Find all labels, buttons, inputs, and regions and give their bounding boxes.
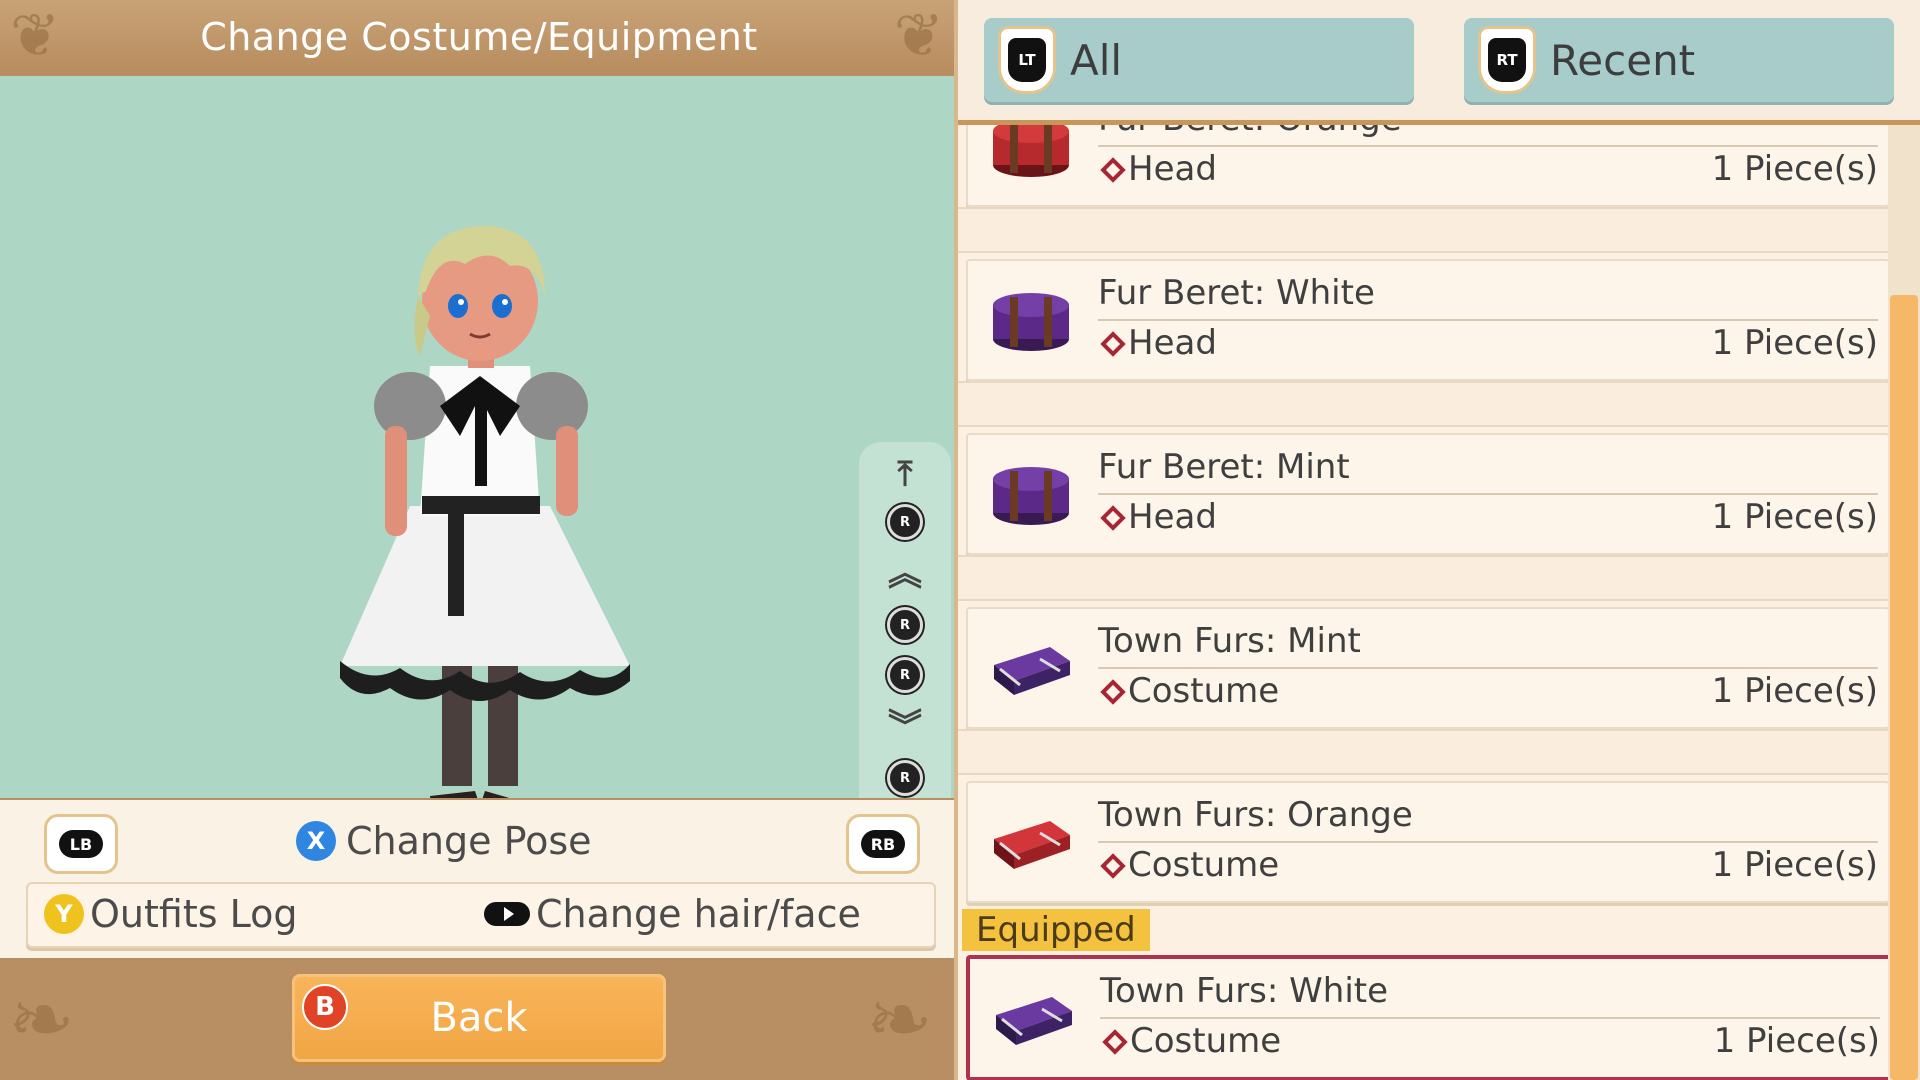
change-pose-label: Change Pose xyxy=(346,819,592,863)
change-hair-face-button[interactable]: Change hair/face xyxy=(484,892,861,936)
list-spacer xyxy=(958,381,1888,427)
slot-diamond-icon xyxy=(1100,679,1126,705)
list-item[interactable]: Town Furs: Orange Costume 1 Piece(s) xyxy=(966,781,1888,903)
outfits-log-label: Outfits Log xyxy=(90,892,298,936)
item-panel: LT All RT Recent Fur Beret: Orange Head … xyxy=(958,0,1920,1080)
rt-trigger-icon: RT xyxy=(1478,26,1536,94)
slot-diamond-icon xyxy=(1100,331,1126,357)
flourish-ornament-icon: ❦ xyxy=(893,1,944,71)
item-name: Town Furs: Orange xyxy=(1098,795,1413,835)
slot-diamond-icon xyxy=(1100,505,1126,531)
item-qty: 1 Piece(s) xyxy=(1711,149,1878,189)
character-preview[interactable]: ⤒ R ︽ R R ︾ R ⤓ xyxy=(0,76,956,798)
item-qty: 1 Piece(s) xyxy=(1711,497,1878,537)
scrollbar-thumb[interactable] xyxy=(1890,295,1918,1080)
back-button[interactable]: B Back xyxy=(292,974,666,1062)
list-spacer xyxy=(958,207,1888,253)
item-name: Town Furs: Mint xyxy=(1098,621,1361,661)
item-rule xyxy=(1098,319,1878,321)
back-label: Back xyxy=(430,995,528,1041)
character-model xyxy=(340,226,630,798)
title-bar: ❦ Change Costume/Equipment ❦ xyxy=(0,0,958,74)
item-type: Head xyxy=(1128,323,1217,363)
y-button-icon: Y xyxy=(44,894,84,934)
tab-all-label: All xyxy=(1070,35,1123,85)
item-type: Head xyxy=(1128,149,1217,189)
flourish-ornament-icon: ❧ xyxy=(866,973,934,1066)
item-qty: 1 Piece(s) xyxy=(1711,845,1878,885)
item-name: Fur Beret: White xyxy=(1098,273,1375,313)
rb-button[interactable]: RB xyxy=(846,814,920,874)
equipped-badge: Equipped xyxy=(962,909,1150,951)
list-spacer xyxy=(958,555,1888,601)
rotate-left-stick-icon[interactable]: R xyxy=(880,605,930,645)
purple-hatbox-icon xyxy=(993,293,1069,351)
red-hatbox-icon xyxy=(993,125,1069,177)
list-item[interactable]: Fur Beret: Mint Head 1 Piece(s) xyxy=(966,433,1888,555)
flourish-ornament-icon: ❧ xyxy=(8,973,76,1066)
right-stick-icon xyxy=(484,902,530,926)
zoom-in-icon[interactable]: ︽ xyxy=(880,554,930,594)
list-spacer xyxy=(958,729,1888,775)
rotate-up-stick-icon[interactable]: R xyxy=(880,502,930,542)
item-rule xyxy=(1098,493,1878,495)
item-list[interactable]: Fur Beret: Orange Head 1 Piece(s) Fur Be… xyxy=(958,125,1888,1080)
item-type: Costume xyxy=(1130,1021,1282,1061)
item-rule xyxy=(1098,145,1878,147)
rotate-right-stick-icon[interactable]: R xyxy=(880,655,930,695)
item-qty: 1 Piece(s) xyxy=(1711,323,1878,363)
left-panel: ❦ Change Costume/Equipment ❦ ⤒ R ︽ R R ︾… xyxy=(0,0,958,1080)
x-button-icon: X xyxy=(296,821,336,861)
item-name: Town Furs: White xyxy=(1100,971,1389,1011)
controls-area: LB X Change Pose RB Y Outfits Log Change… xyxy=(0,800,956,958)
item-name: Fur Beret: Mint xyxy=(1098,447,1350,487)
slot-diamond-icon xyxy=(1102,1029,1128,1055)
slot-diamond-icon xyxy=(1100,853,1126,879)
change-pose-button[interactable]: X Change Pose xyxy=(296,816,592,866)
tab-recent[interactable]: RT Recent xyxy=(1464,18,1894,102)
purple-suitcase-icon xyxy=(996,997,1072,1045)
outfits-log-button[interactable]: Y Outfits Log xyxy=(44,892,297,936)
red-suitcase-icon xyxy=(994,821,1070,869)
purple-hatbox-icon xyxy=(993,467,1069,525)
flourish-ornament-icon: ❦ xyxy=(10,1,61,71)
lb-button[interactable]: LB xyxy=(44,814,118,874)
item-qty: 1 Piece(s) xyxy=(1713,1021,1880,1061)
lt-trigger-icon: LT xyxy=(998,26,1056,94)
item-name: Fur Beret: Orange xyxy=(1098,125,1402,139)
item-rule xyxy=(1098,841,1878,843)
zoom-out-icon[interactable]: ︾ xyxy=(880,707,930,747)
change-hair-face-label: Change hair/face xyxy=(536,892,861,936)
item-qty: 1 Piece(s) xyxy=(1711,671,1878,711)
scrollbar[interactable] xyxy=(1888,125,1920,1080)
list-item[interactable]: Fur Beret: Orange Head 1 Piece(s) xyxy=(966,125,1888,207)
hint-box: Y Outfits Log Change hair/face xyxy=(26,882,936,948)
camera-controls: ⤒ R ︽ R R ︾ R ⤓ xyxy=(859,442,951,798)
item-type: Costume xyxy=(1128,845,1280,885)
b-button-icon: B xyxy=(302,984,348,1030)
item-type: Head xyxy=(1128,497,1217,537)
list-item[interactable]: Fur Beret: White Head 1 Piece(s) xyxy=(966,259,1888,381)
item-rule xyxy=(1100,1017,1880,1019)
rotate-down-stick-icon[interactable]: R xyxy=(880,758,930,798)
tab-recent-label: Recent xyxy=(1550,35,1696,85)
item-rule xyxy=(1098,667,1878,669)
page-title: Change Costume/Equipment xyxy=(200,15,758,59)
tab-all[interactable]: LT All xyxy=(984,18,1414,102)
filter-tabs: LT All RT Recent xyxy=(958,0,1920,122)
slot-diamond-icon xyxy=(1100,157,1126,183)
purple-suitcase-icon xyxy=(994,647,1070,695)
item-type: Costume xyxy=(1128,671,1280,711)
scroll-top-icon[interactable]: ⤒ xyxy=(880,454,930,494)
list-item[interactable]: Town Furs: Mint Costume 1 Piece(s) xyxy=(966,607,1888,729)
list-item-equipped[interactable]: Town Furs: White Costume 1 Piece(s) xyxy=(966,955,1888,1080)
